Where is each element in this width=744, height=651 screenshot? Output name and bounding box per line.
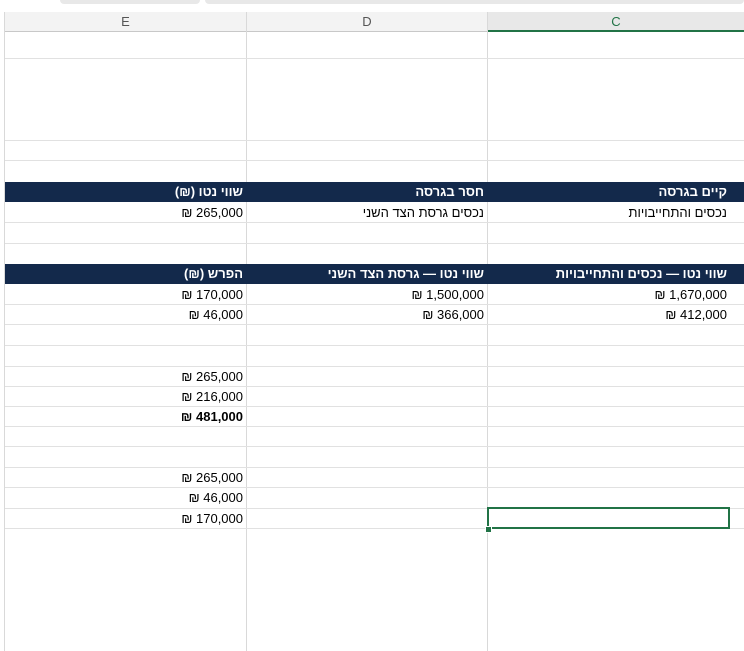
table2-row2-e[interactable]: 46,000 ₪: [5, 305, 246, 325]
table2-row1-e[interactable]: 170,000 ₪: [5, 285, 246, 305]
block3-cell[interactable]: 216,000 ₪: [5, 387, 246, 407]
column-gridline: [487, 12, 488, 651]
block4-cell[interactable]: 265,000 ₪: [5, 468, 246, 488]
row-gridline: [5, 160, 744, 161]
block4-cell[interactable]: 46,000 ₪: [5, 488, 246, 508]
grid-left-edge: [4, 12, 5, 651]
table1-header-c[interactable]: קיים בגרסה: [488, 182, 730, 202]
block3-total-cell[interactable]: 481,000 ₪: [5, 407, 246, 427]
row-gridline: [5, 243, 744, 244]
sheet-tab-hint: [205, 0, 744, 4]
table2-row2-d[interactable]: 366,000 ₪: [247, 305, 487, 325]
ribbon-edge: [0, 0, 744, 12]
table1-cell-c[interactable]: נכסים והתחייבויות: [488, 203, 730, 223]
table2-header-d[interactable]: שווי נטו — גרסת הצד השני: [247, 264, 487, 284]
block3-cell[interactable]: 265,000 ₪: [5, 367, 246, 387]
row-gridline: [5, 140, 744, 141]
row-gridline: [5, 58, 744, 59]
table1-header-d[interactable]: חסר בגרסה: [247, 182, 487, 202]
table1-cell-d[interactable]: נכסים גרסת הצד השני: [247, 203, 487, 223]
table2-row1-c[interactable]: 1,670,000 ₪: [488, 285, 730, 305]
table2-header-e[interactable]: הפרש (₪): [5, 264, 246, 284]
column-gridline: [246, 12, 247, 651]
table2-row2-c[interactable]: 412,000 ₪: [488, 305, 730, 325]
fill-handle[interactable]: [485, 526, 492, 533]
table1-header-e[interactable]: שווי נטו (₪): [5, 182, 246, 202]
row-gridline: [5, 446, 744, 447]
block4-cell[interactable]: 170,000 ₪: [5, 509, 246, 529]
table2-header-c[interactable]: שווי נטו — נכסים והתחייבויות: [488, 264, 730, 284]
row-gridline: [5, 345, 744, 346]
sheet-tab-hint: [60, 0, 200, 4]
column-header-d[interactable]: D: [247, 12, 487, 32]
table1-cell-e[interactable]: 265,000 ₪: [5, 203, 246, 223]
column-header-e[interactable]: E: [5, 12, 246, 32]
column-header-c[interactable]: C: [488, 12, 744, 32]
table2-row1-d[interactable]: 1,500,000 ₪: [247, 285, 487, 305]
active-cell-selection[interactable]: [487, 507, 730, 529]
